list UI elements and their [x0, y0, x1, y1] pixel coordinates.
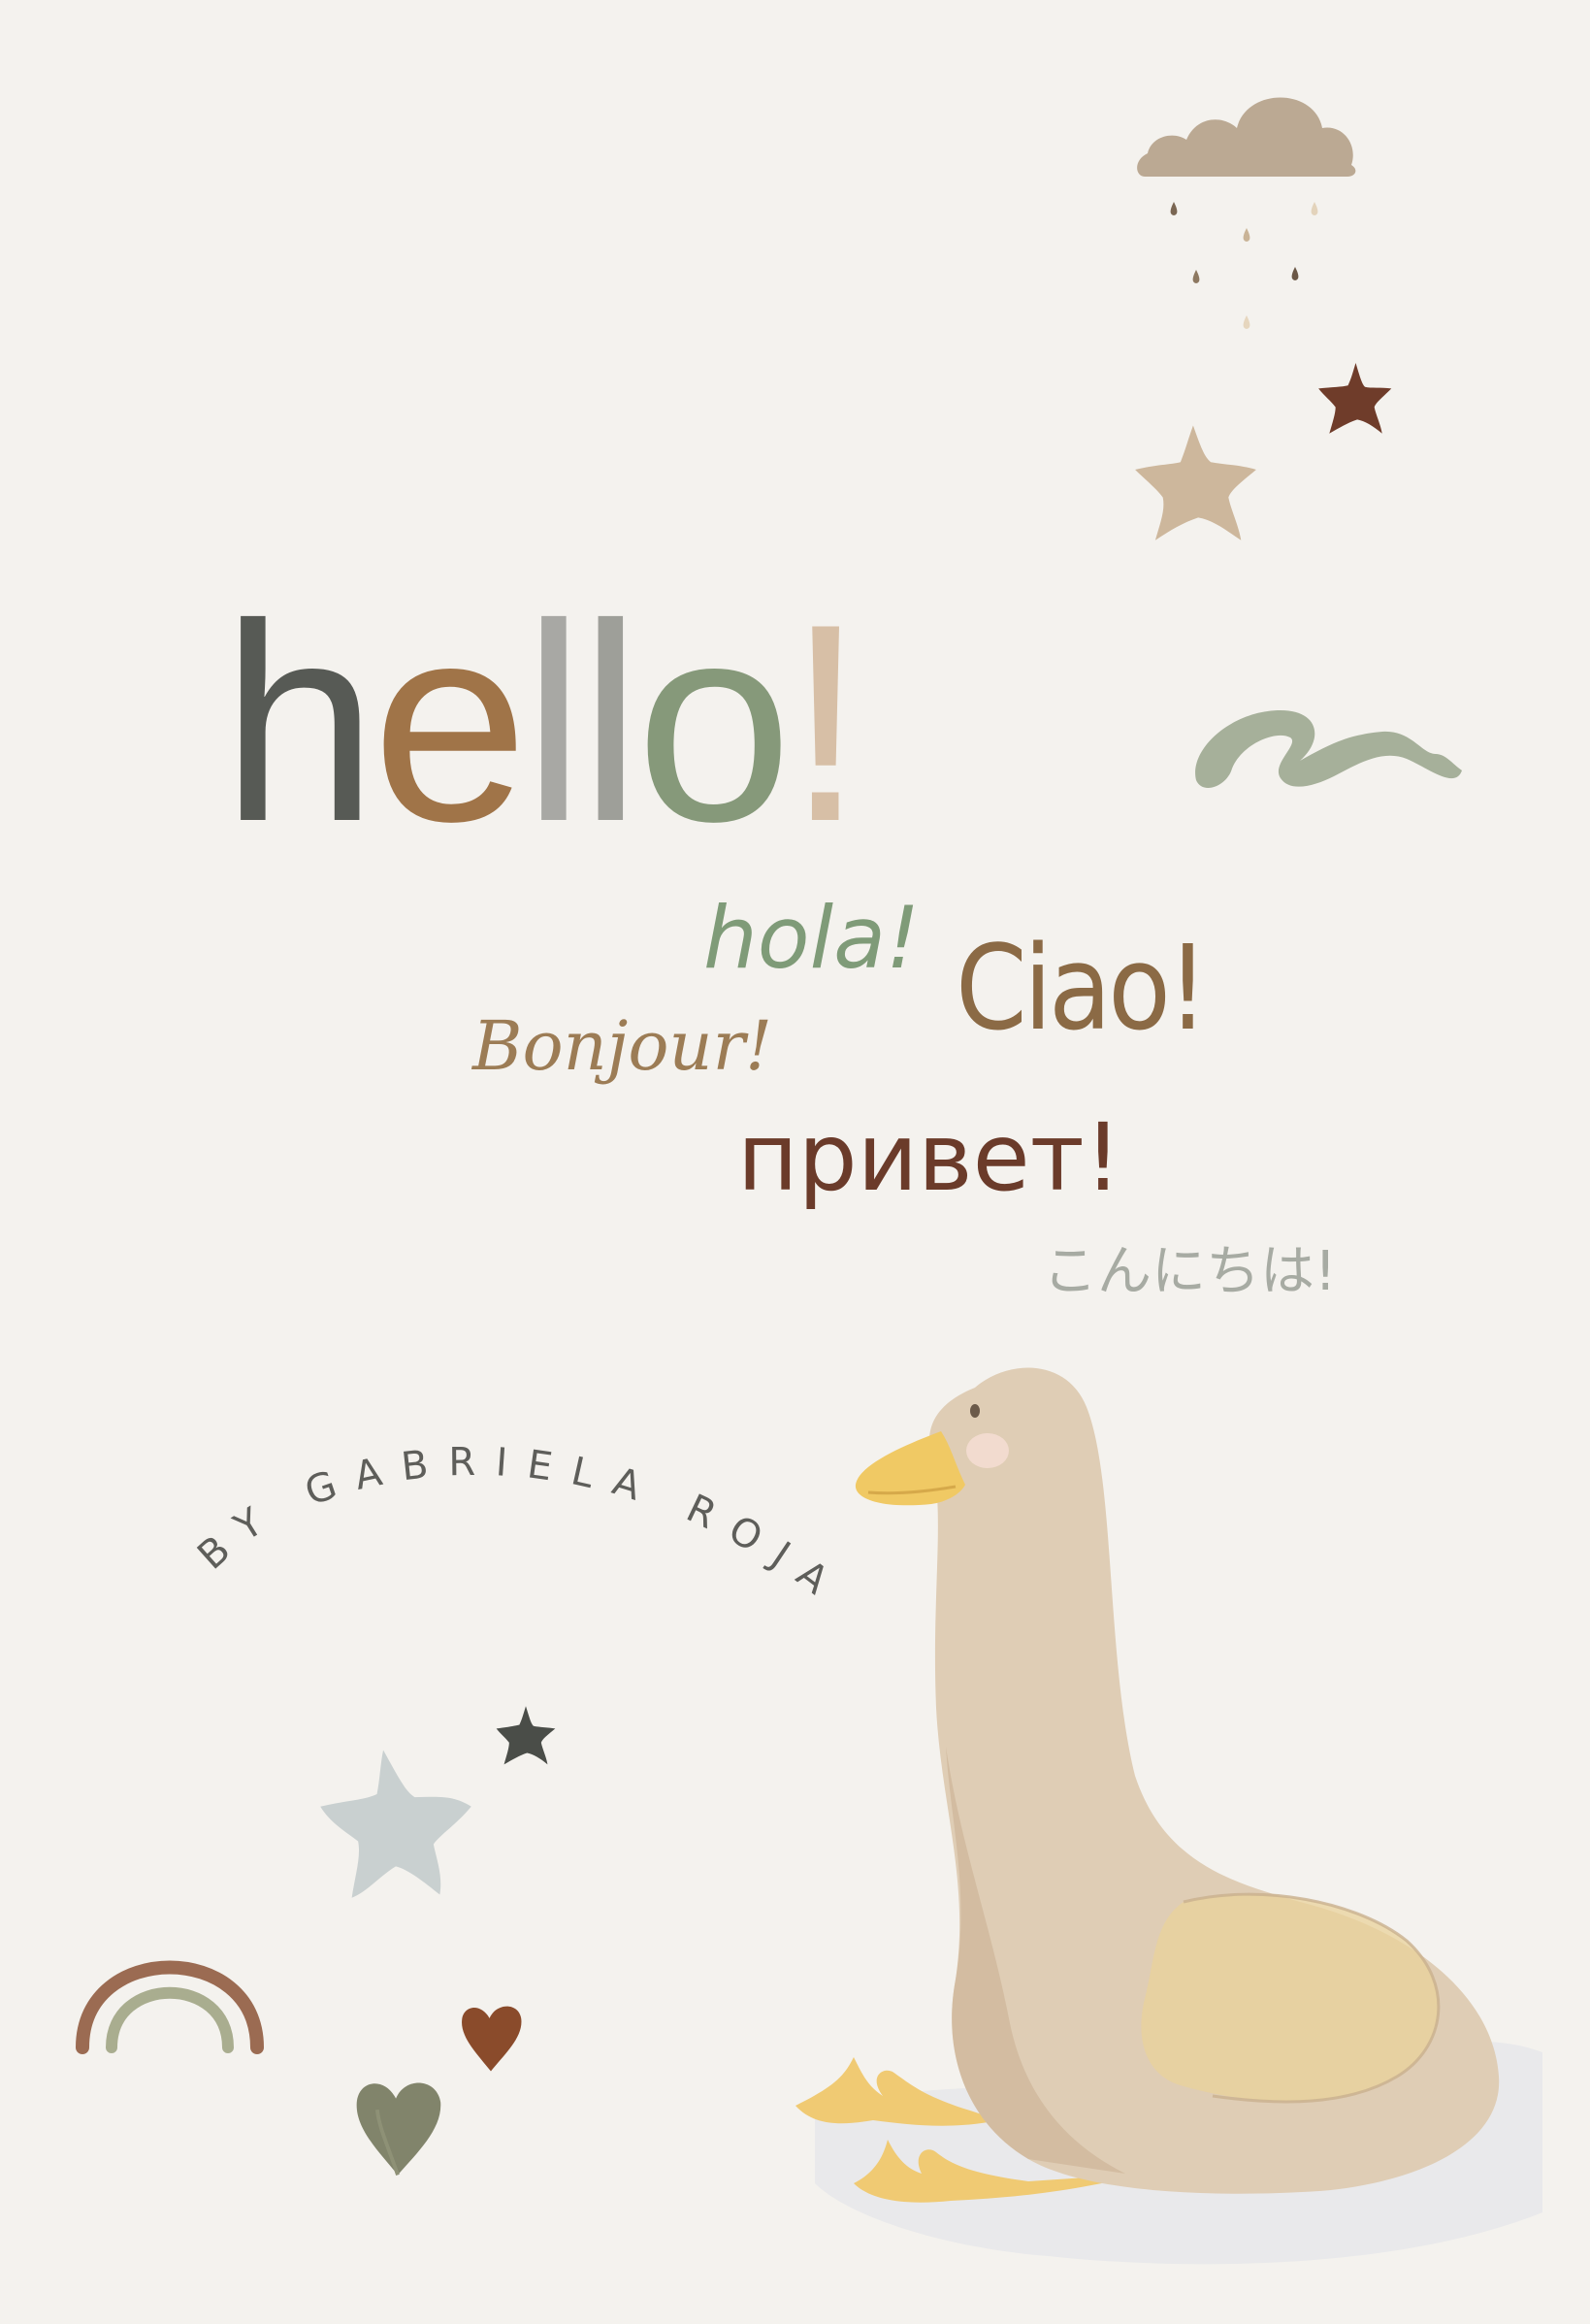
- squiggle-icon: [1195, 710, 1462, 789]
- greeting-spanish: hola!: [703, 888, 921, 988]
- duck-illustration: [795, 1367, 1542, 2265]
- rainbow-icon: [76, 1960, 264, 2054]
- title-letter: l: [579, 566, 641, 880]
- title-letter: e: [372, 566, 528, 880]
- title-letter: o: [635, 566, 792, 880]
- star-icon: [1318, 363, 1392, 434]
- book-cover: hello! hola! Ciao! Bonjour! привет! こんにち…: [0, 0, 1590, 2324]
- title-letter: h: [221, 566, 377, 880]
- greeting-russian: привет!: [737, 1103, 1122, 1212]
- page-title: hello!: [221, 566, 865, 880]
- title-letter: !: [786, 566, 865, 880]
- greeting-japanese: こんにちは!: [1043, 1240, 1337, 1303]
- star-icon: [1135, 425, 1256, 540]
- star-icon: [496, 1706, 556, 1765]
- title-letter: l: [522, 566, 585, 880]
- heart-icon: [356, 2082, 441, 2177]
- greeting-french: Bonjour!: [472, 1006, 773, 1086]
- heart-icon: [462, 2006, 522, 2072]
- cloud-rain-icon: [1137, 97, 1356, 329]
- star-icon: [320, 1750, 471, 1898]
- greeting-italian: Ciao!: [956, 922, 1209, 1057]
